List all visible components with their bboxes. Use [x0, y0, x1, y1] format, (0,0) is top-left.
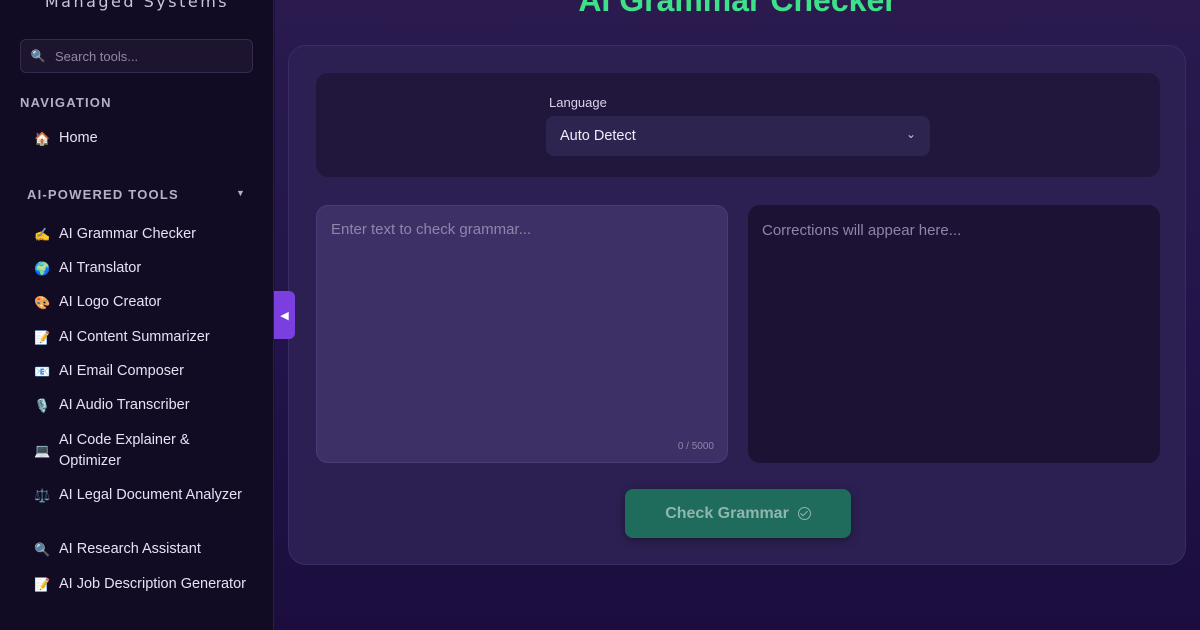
email-icon: 📧 — [34, 363, 51, 379]
sidebar-item-research-assistant[interactable]: 🔍 AI Research Assistant — [34, 539, 254, 560]
search-input[interactable] — [55, 48, 245, 64]
palette-icon: 🎨 — [34, 294, 51, 310]
tools-section-label[interactable]: AI-POWERED TOOLS — [27, 187, 179, 202]
sidebar-item-label: AI Audio Transcriber — [59, 397, 190, 413]
page-title: AI Grammar Checker — [578, 0, 897, 18]
corrections-panel: Corrections will appear here... — [748, 205, 1160, 463]
sidebar-item-grammar-checker[interactable]: ✍️ AI Grammar Checker — [34, 224, 254, 245]
char-counter: 0 / 5000 — [677, 441, 714, 452]
chevron-down-icon[interactable]: ▼ — [236, 188, 245, 198]
sidebar-item-logo-creator[interactable]: 🎨 AI Logo Creator — [34, 292, 254, 313]
language-panel: Language Auto Detect ⌄ — [316, 73, 1160, 177]
sidebar-collapse-toggle[interactable]: ◀ — [274, 291, 295, 339]
language-select-value: Auto Detect — [560, 128, 636, 144]
language-label: Language — [549, 95, 607, 110]
text-input[interactable] — [317, 206, 727, 462]
memo-icon: 📝 — [34, 329, 51, 345]
home-icon: 🏠 — [34, 130, 51, 146]
search-icon: 🔍 — [30, 49, 46, 63]
sidebar-item-label: AI Email Composer — [59, 363, 184, 379]
check-circle-icon — [797, 507, 811, 520]
sidebar-item-label: AI Content Summarizer — [59, 329, 210, 345]
navigation-section-label: NAVIGATION — [20, 95, 112, 110]
grammar-card: Language Auto Detect ⌄ 0 / 5000 Correcti… — [288, 45, 1186, 565]
sidebar-item-content-summarizer[interactable]: 📝 AI Content Summarizer — [34, 327, 254, 348]
sidebar-item-label: Home — [59, 130, 98, 146]
writing-hand-icon: ✍️ — [34, 226, 51, 242]
text-input-panel: 0 / 5000 — [316, 205, 728, 463]
sidebar-item-label: AI Code Explainer & Optimizer — [59, 432, 190, 469]
laptop-icon: 💻 — [34, 443, 51, 458]
corrections-placeholder: Corrections will appear here... — [762, 222, 962, 239]
magnifier-icon: 🔍 — [34, 541, 51, 557]
sidebar-item-label: AI Translator — [59, 260, 142, 276]
sidebar-item-code-explainer[interactable]: 💻 AI Code Explainer & Optimizer — [34, 430, 254, 472]
sidebar-item-home[interactable]: 🏠 Home — [34, 128, 254, 149]
sidebar-item-label: AI Logo Creator — [59, 294, 162, 310]
scales-icon: ⚖️ — [34, 487, 51, 503]
sidebar-item-translator[interactable]: 🌍 AI Translator — [34, 258, 254, 279]
sidebar-item-legal-analyzer[interactable]: ⚖️ AI Legal Document Analyzer — [34, 485, 254, 506]
memo-icon: 📝 — [34, 576, 51, 592]
chevron-down-icon: ⌄ — [905, 127, 916, 141]
microphone-icon: 🎙️ — [34, 397, 51, 413]
sidebar-item-email-composer[interactable]: 📧 AI Email Composer — [34, 361, 254, 382]
chevron-left-icon: ◀ — [280, 309, 289, 322]
brand-name: Managed Systems — [44, 0, 230, 11]
sidebar-item-audio-transcriber[interactable]: 🎙️ AI Audio Transcriber — [34, 395, 254, 416]
sidebar: Managed Systems 🔍 NAVIGATION 🏠 Home AI-P… — [0, 0, 274, 630]
search-box[interactable]: 🔍 — [20, 39, 253, 73]
check-grammar-button[interactable]: Check Grammar — [625, 489, 851, 538]
sidebar-item-label: AI Legal Document Analyzer — [59, 487, 242, 503]
language-select[interactable]: Auto Detect ⌄ — [546, 116, 930, 156]
sidebar-item-job-description[interactable]: 📝 AI Job Description Generator — [34, 574, 254, 595]
globe-icon: 🌍 — [34, 260, 51, 276]
check-grammar-label: Check Grammar — [665, 504, 789, 522]
sidebar-item-label: AI Job Description Generator — [59, 576, 246, 592]
sidebar-item-label: AI Grammar Checker — [59, 226, 196, 242]
main-content: AI Grammar Checker Language Auto Detect … — [275, 0, 1200, 630]
sidebar-item-label: AI Research Assistant — [59, 541, 201, 557]
